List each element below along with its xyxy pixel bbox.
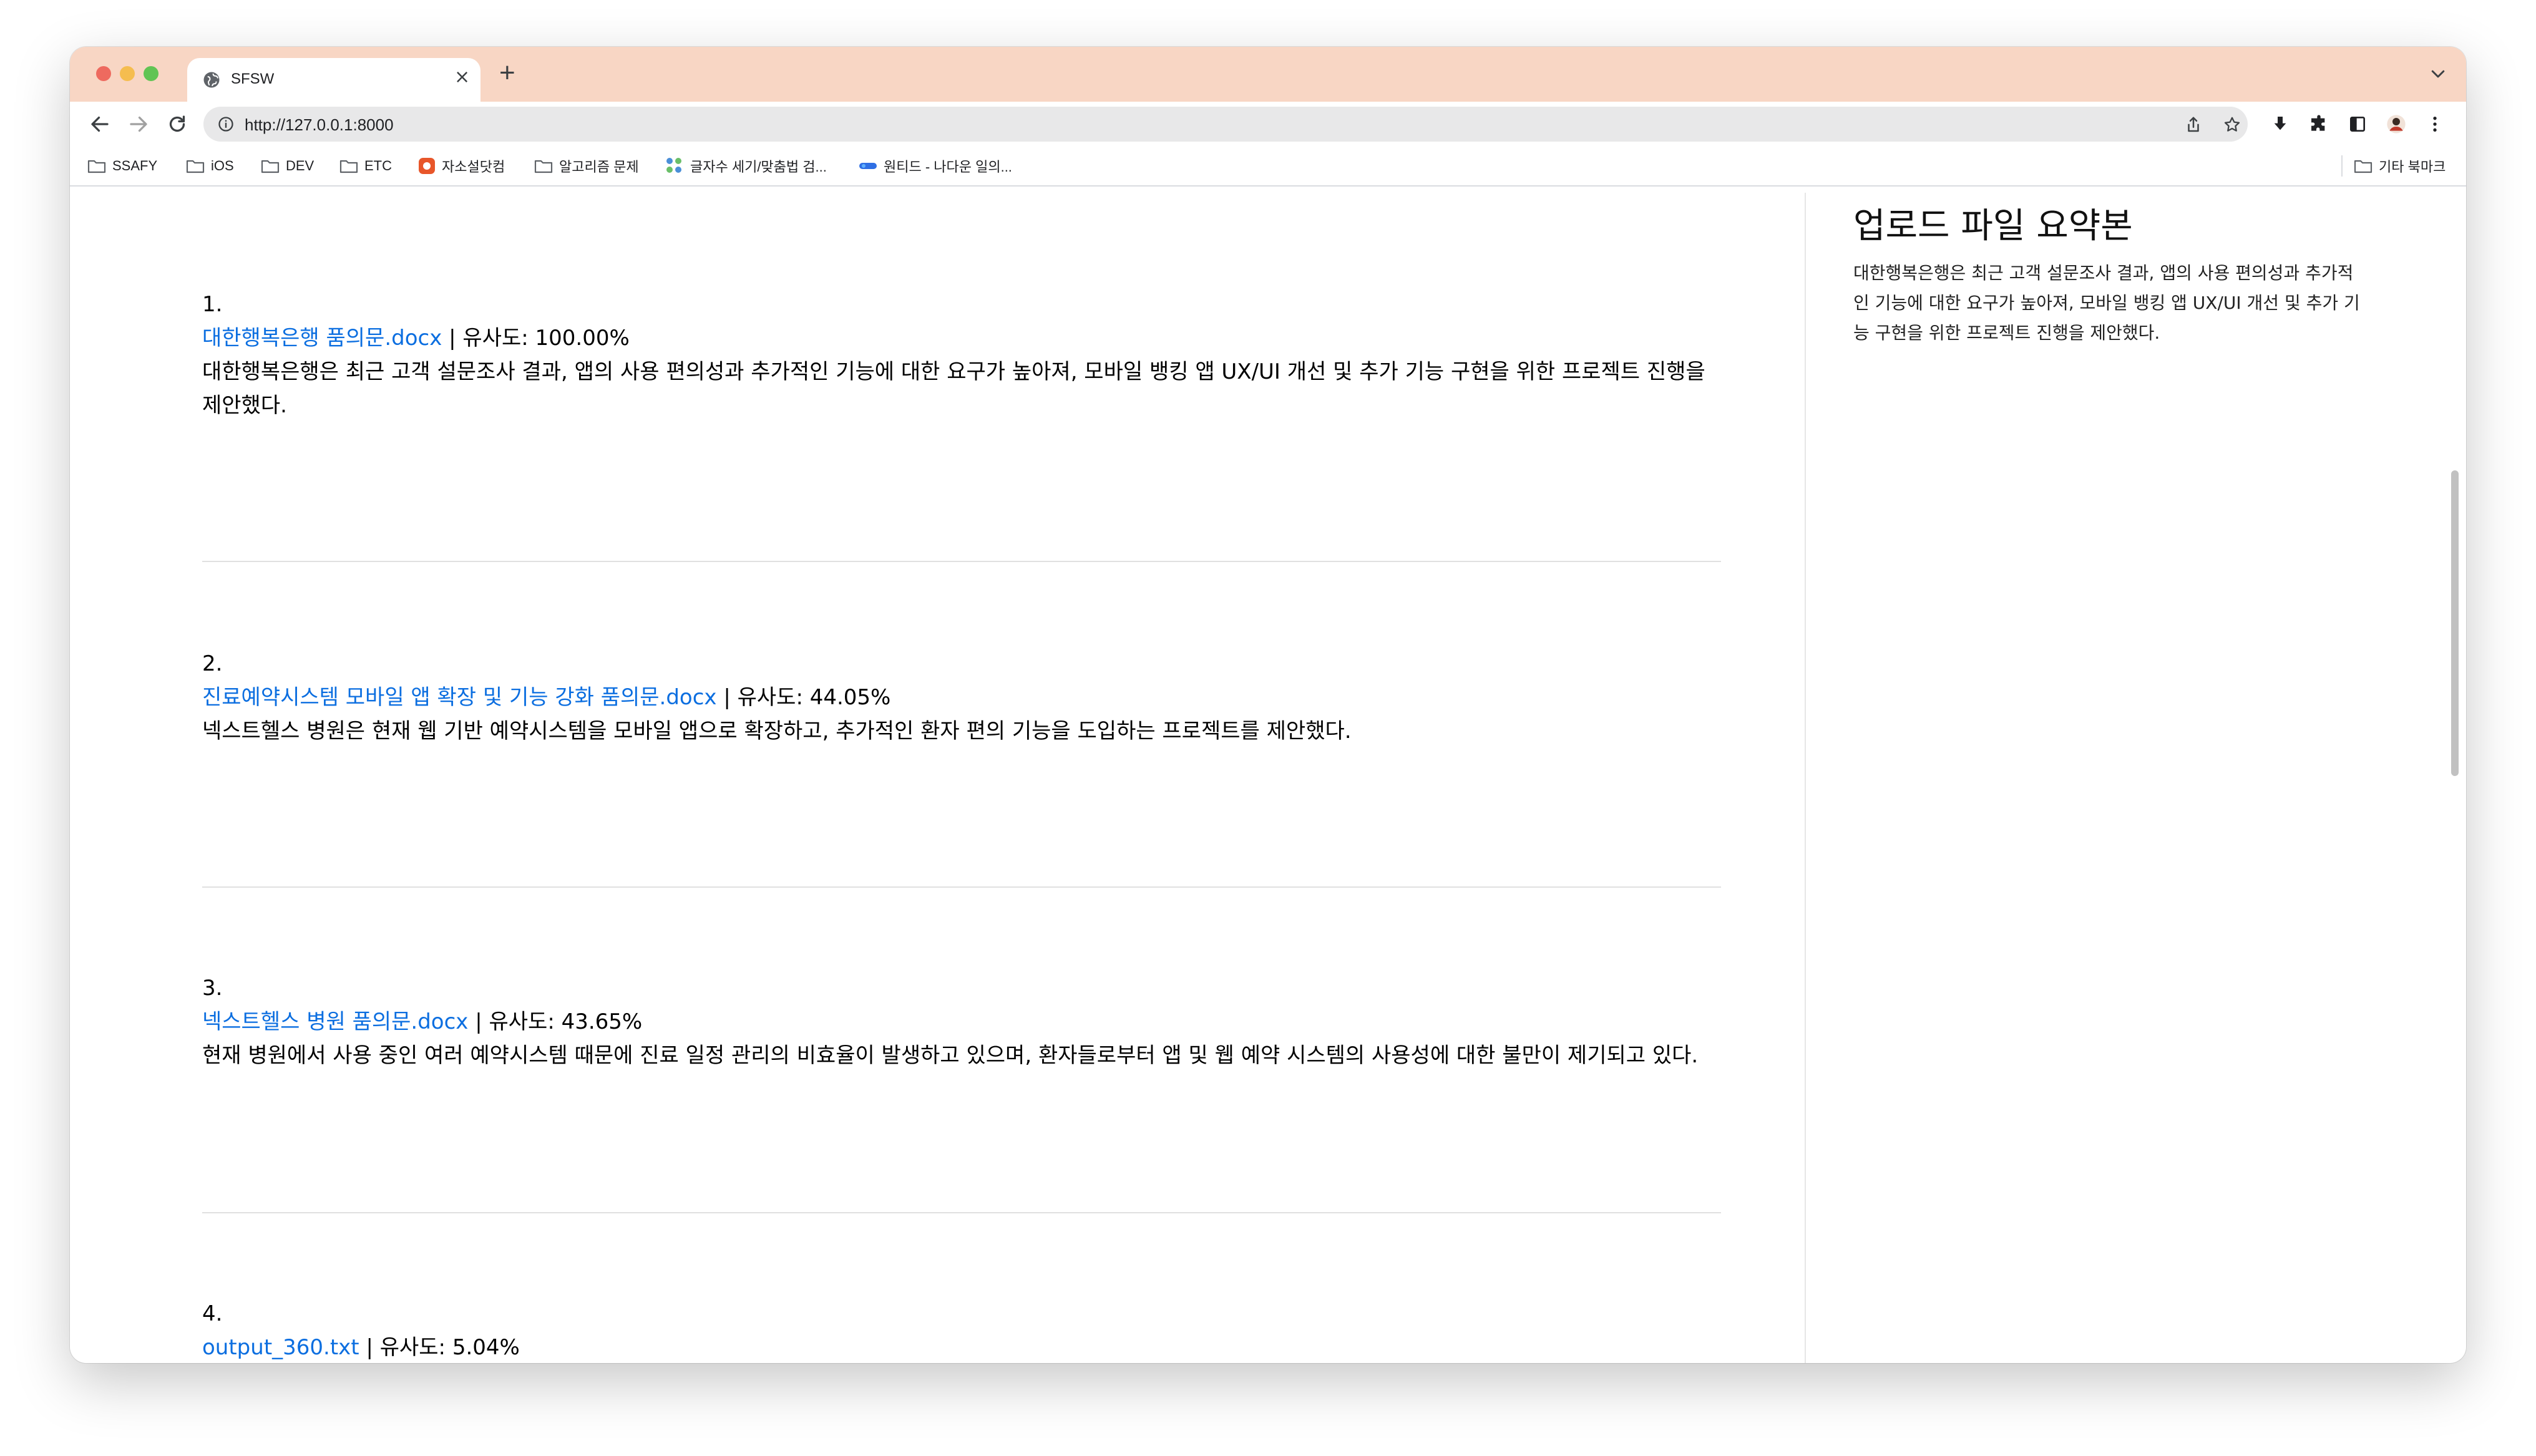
forward-arrow-icon[interactable] <box>127 113 150 135</box>
result-file-link[interactable]: 진료예약시스템 모바일 앱 확장 및 기능 강화 품의문.docx <box>202 685 717 710</box>
folder-icon <box>2354 160 2373 173</box>
profile-avatar[interactable] <box>2386 114 2406 134</box>
result-number: 4. <box>202 1301 223 1326</box>
bookmarks-bar: SSAFY iOS DEV ETC 자소설닷컴 알고리즘 문제 글자수 세기/맞… <box>70 147 2466 187</box>
result-number: 1. <box>202 292 223 317</box>
zoom-window-button[interactable] <box>144 66 158 81</box>
bookmark-label: DEV <box>286 158 315 173</box>
bookmark-label: 기타 북마크 <box>2379 159 2446 175</box>
bookmark-label: 원티드 - 나다운 일의... <box>884 159 1012 175</box>
bookmark-label: iOS <box>211 158 234 173</box>
folder-icon <box>87 160 106 173</box>
result-similarity: | 유사도: 43.65% <box>468 1009 643 1034</box>
tab-close-icon[interactable]: × <box>454 68 470 87</box>
result-divider <box>202 886 1721 888</box>
bookmark-jasoseol[interactable]: 자소설닷컴 <box>418 155 505 177</box>
page-content: 1. 대한행복은행 품의문.docx | 유사도: 100.00% 대한행복은행… <box>70 187 2466 1363</box>
folder-icon <box>261 160 280 173</box>
new-tab-button[interactable]: + <box>499 59 515 87</box>
panel-divider <box>1805 193 1806 1363</box>
result-number: 2. <box>202 651 223 676</box>
result-file-link[interactable]: 넥스트헬스 병원 품의문.docx <box>202 1009 468 1034</box>
bookmark-label: ETC <box>364 158 392 173</box>
result-divider <box>202 561 1721 562</box>
result-divider <box>202 1212 1721 1213</box>
other-bookmarks[interactable]: 기타 북마크 <box>2354 155 2446 177</box>
bookmark-ssafy[interactable]: SSAFY <box>87 155 157 177</box>
result-description: 넥스트헬스 병원은 현재 웹 기반 예약시스템을 모바일 앱으로 확장하고, 추… <box>202 719 1352 744</box>
result-header: output_360.txt | 유사도: 5.04% <box>202 1331 1721 1363</box>
tab-strip: SFSW × + <box>70 47 2466 102</box>
summary-title: 업로드 파일 요약본 <box>1853 206 2133 246</box>
more-vertical-icon[interactable] <box>2425 114 2445 134</box>
result-header: 넥스트헬스 병원 품의문.docx | 유사도: 43.65% <box>202 1005 1721 1039</box>
bookmark-label: SSAFY <box>112 158 158 173</box>
address-bar[interactable]: http://127.0.0.1:8000 <box>203 107 2248 142</box>
bookmark-spellcheck[interactable]: 글자수 세기/맞춤법 검... <box>665 155 827 177</box>
bookmark-wanted[interactable]: 원티드 - 나다운 일의... <box>859 155 1012 177</box>
result-item: 2. 진료예약시스템 모바일 앱 확장 및 기능 강화 품의문.docx | 유… <box>202 647 1721 748</box>
result-item: 1. 대한행복은행 품의문.docx | 유사도: 100.00% 대한행복은행… <box>202 288 1721 422</box>
bookmark-algorithm[interactable]: 알고리즘 문제 <box>534 155 639 177</box>
result-similarity: | 유사도: 44.05% <box>716 685 891 710</box>
star-icon[interactable] <box>2223 115 2241 134</box>
summary-panel: 업로드 파일 요약본 대한행복은행은 최근 고객 설문조사 결과, 앱의 사용 … <box>1853 187 2365 348</box>
result-similarity: | 유사도: 100.00% <box>442 326 630 351</box>
result-header: 대한행복은행 품의문.docx | 유사도: 100.00% <box>202 321 1721 355</box>
browser-window: SFSW × + http://127.0.0.1:8000 SSAFY iOS… <box>70 47 2466 1363</box>
spellcheck-site-icon <box>666 158 681 173</box>
bookmark-label: 자소설닷컴 <box>442 159 505 175</box>
minimize-window-button[interactable] <box>120 66 135 81</box>
result-description: 대한행복은행은 최근 고객 설문조사 결과, 앱의 사용 편의성과 추가적인 기… <box>202 359 1705 418</box>
close-window-button[interactable] <box>96 66 111 81</box>
site-info-icon[interactable] <box>217 115 235 133</box>
bookmark-separator <box>2341 155 2343 177</box>
tab-title: SFSW <box>231 70 275 87</box>
bookmark-ios[interactable]: iOS <box>186 155 234 177</box>
download-icon[interactable] <box>2270 114 2290 134</box>
side-panel-icon[interactable] <box>2348 114 2368 134</box>
bookmark-dev[interactable]: DEV <box>261 155 314 177</box>
result-header: 진료예약시스템 모바일 앱 확장 및 기능 강화 품의문.docx | 유사도:… <box>202 681 1721 714</box>
scrollbar-thumb[interactable] <box>2451 470 2459 776</box>
folder-icon <box>534 160 553 173</box>
result-file-link[interactable]: 대한행복은행 품의문.docx <box>202 326 442 351</box>
extensions-puzzle-icon[interactable] <box>2309 114 2329 134</box>
wanted-site-icon <box>859 163 877 169</box>
bookmark-etc[interactable]: ETC <box>339 155 392 177</box>
chevron-down-icon[interactable] <box>2429 64 2447 83</box>
result-number: 3. <box>202 976 223 1001</box>
folder-icon <box>186 160 205 173</box>
result-file-link[interactable]: output_360.txt <box>202 1335 359 1360</box>
url-text[interactable]: http://127.0.0.1:8000 <box>245 115 394 135</box>
summary-body: 대한행복은행은 최근 고객 설문조사 결과, 앱의 사용 편의성과 추가적인 기… <box>1853 263 2360 343</box>
reload-icon[interactable] <box>166 113 188 135</box>
toolbar: http://127.0.0.1:8000 <box>70 102 2466 147</box>
tab-sfsw[interactable]: SFSW × <box>187 58 480 102</box>
bookmark-label: 알고리즘 문제 <box>559 159 639 175</box>
share-icon[interactable] <box>2184 115 2203 134</box>
result-similarity: | 유사도: 5.04% <box>359 1335 520 1360</box>
bookmark-label: 글자수 세기/맞춤법 검... <box>690 159 827 175</box>
result-description: 현재 병원에서 사용 중인 여러 예약시스템 때문에 진료 일정 관리의 비효율… <box>202 1043 1699 1068</box>
jasoseol-site-icon <box>419 158 435 174</box>
back-arrow-icon[interactable] <box>89 113 111 135</box>
result-item: 3. 넥스트헬스 병원 품의문.docx | 유사도: 43.65% 현재 병원… <box>202 971 1721 1072</box>
result-item: 4. output_360.txt | 유사도: 5.04% <box>202 1297 1721 1363</box>
folder-icon <box>339 160 358 173</box>
globe-icon <box>203 72 220 88</box>
